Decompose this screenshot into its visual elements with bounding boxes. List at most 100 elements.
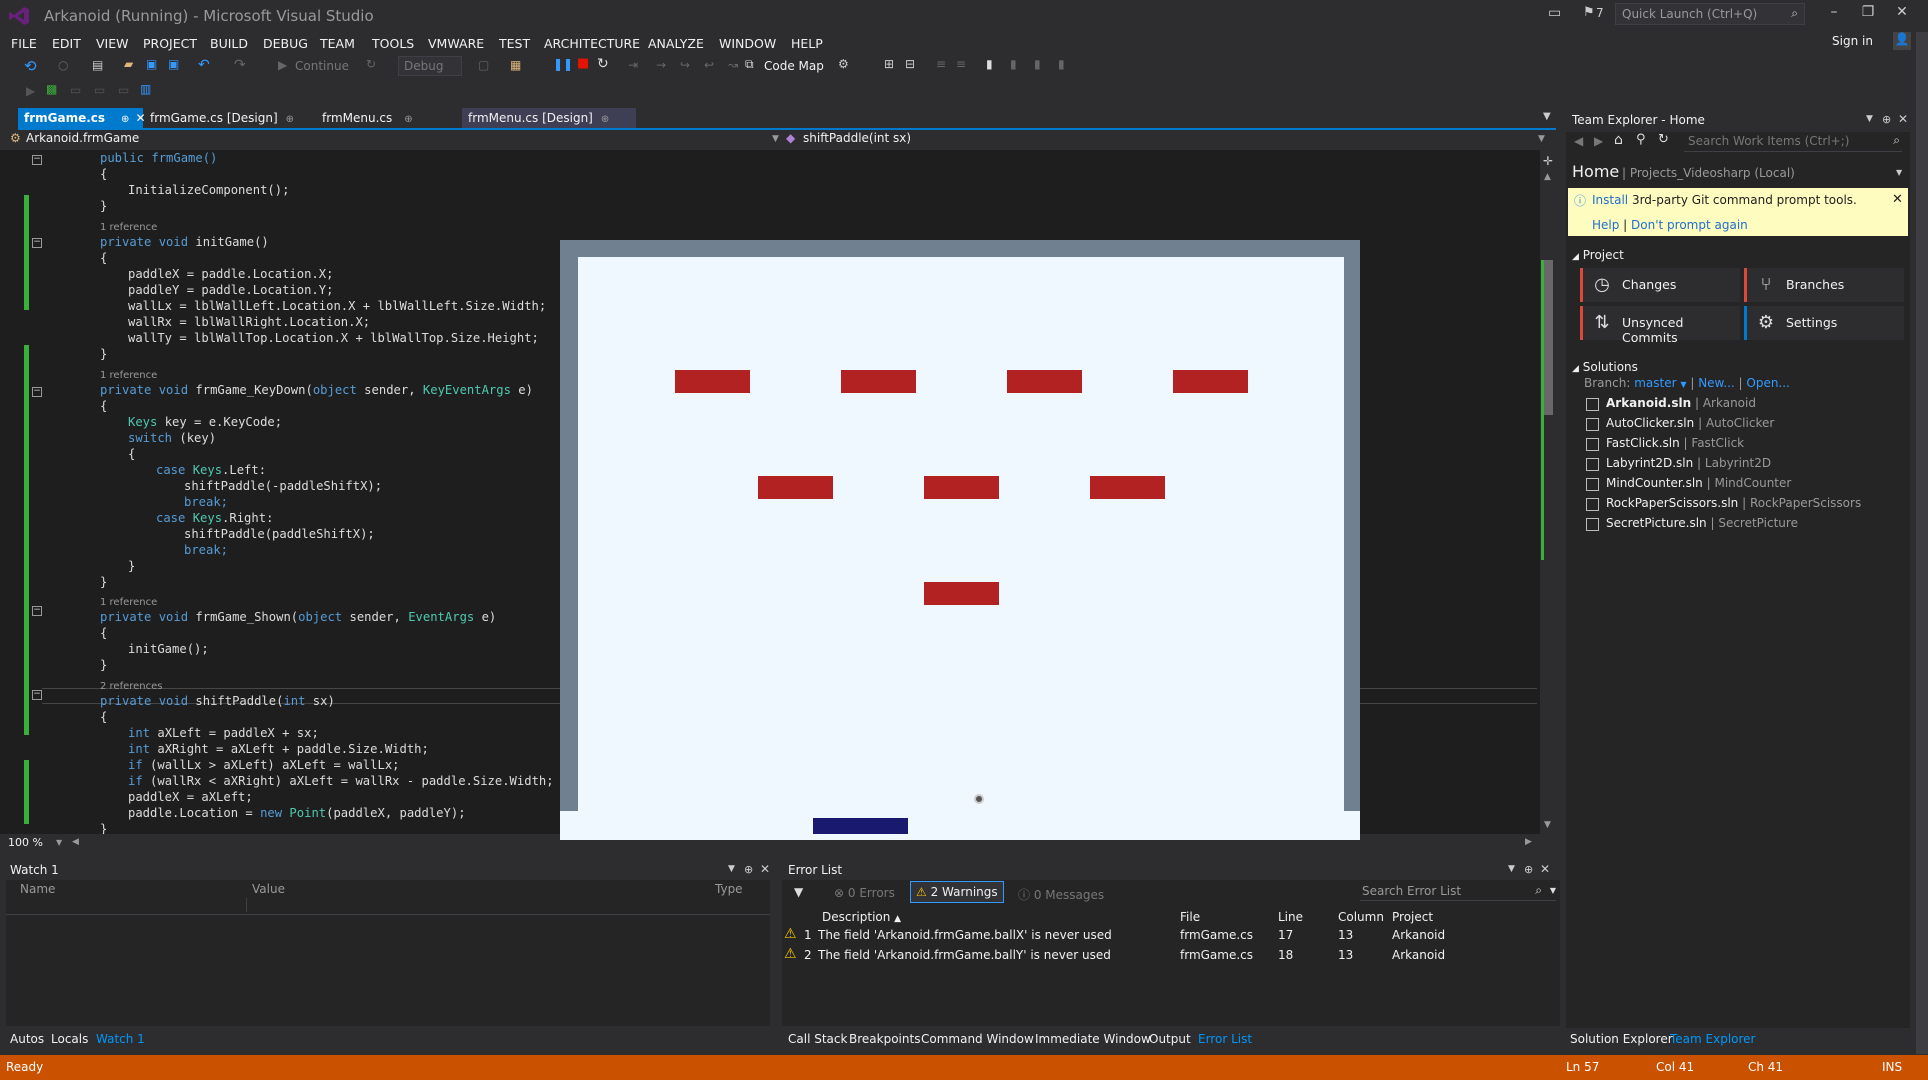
class-dropdown[interactable]: Arkanoid.frmGame	[26, 131, 139, 149]
notifications-flag-icon[interactable]: ⚑	[1583, 5, 1595, 20]
column-header-description[interactable]: Description ▲	[822, 910, 901, 924]
menu-analyze[interactable]: ANALYZE	[648, 36, 704, 51]
project-name[interactable]: | Projects_Videosharp (Local)	[1622, 166, 1795, 180]
redo-icon[interactable]: ↷	[234, 57, 246, 73]
section-solutions[interactable]: ◢ Solutions	[1572, 360, 1638, 374]
open-solution-link[interactable]: Open...	[1746, 376, 1790, 390]
pin-icon[interactable]: ⊕	[1524, 863, 1533, 876]
restore-button[interactable]: ❐	[1856, 4, 1880, 24]
split-icon[interactable]: ✛	[1543, 154, 1553, 168]
tab-watch-1[interactable]: Watch 1	[96, 1032, 145, 1046]
menu-architecture[interactable]: ARCHITECTURE	[544, 36, 640, 51]
scroll-thumb[interactable]	[1544, 260, 1553, 415]
align-icon[interactable]: ⊞	[884, 57, 894, 71]
pause-icon[interactable]: ❚❚	[553, 57, 573, 71]
unsynced-commits-tile[interactable]: ⇅ Unsynced Commits	[1580, 306, 1740, 345]
tab-frmmenu-design[interactable]: frmMenu.cs [Design] ⊕	[462, 108, 636, 128]
search-icon[interactable]: ⌕	[1893, 133, 1900, 148]
pin-icon[interactable]: ⊕	[404, 114, 412, 125]
prev-bookmark-icon[interactable]: ▮	[1010, 57, 1017, 71]
tab-autos[interactable]: Autos	[10, 1032, 44, 1046]
next-bookmark-icon[interactable]: ▮	[1034, 57, 1041, 71]
chevron-down-icon[interactable]: ▼	[1866, 114, 1873, 124]
back-icon[interactable]: ⟲	[24, 57, 37, 75]
clear-bookmarks-icon[interactable]: ▮	[1058, 57, 1065, 71]
minimize-button[interactable]: –	[1822, 4, 1846, 24]
new-project-icon[interactable]: ▤	[92, 58, 103, 72]
scroll-left-icon[interactable]: ◀	[72, 837, 79, 847]
pin-icon[interactable]: ⊕	[601, 114, 609, 125]
show-next-statement-icon[interactable]: ⇥	[628, 58, 638, 72]
comment-icon[interactable]: ≡	[936, 57, 946, 71]
undo-icon[interactable]: ↶	[198, 57, 210, 73]
install-link[interactable]: Install	[1592, 193, 1628, 207]
settings-tile[interactable]: ⚙ Settings	[1744, 306, 1904, 340]
menu-edit[interactable]: EDIT	[52, 36, 81, 51]
exceptions-icon[interactable]: ⚙	[838, 57, 849, 71]
column-header-project[interactable]: Project	[1392, 910, 1433, 924]
tab-frmgame-cs[interactable]: frmGame.cs ⊕ ✕	[18, 108, 146, 128]
close-icon[interactable]: ✕	[1898, 112, 1908, 126]
code-map-icon[interactable]: ⧉	[745, 57, 754, 72]
layout-icon[interactable]: ⊟	[905, 57, 915, 71]
step-over-icon[interactable]: ↪	[680, 58, 690, 72]
tab-overflow-icon[interactable]: ▼	[1543, 111, 1551, 122]
reference-count[interactable]: 1 reference	[100, 370, 157, 381]
column-header-file[interactable]: File	[1180, 910, 1200, 924]
collapse-toggle[interactable]: −	[32, 606, 42, 616]
reference-count[interactable]: 1 reference	[100, 222, 157, 233]
step-out-icon[interactable]: ↩	[704, 58, 714, 72]
forward-icon[interactable]: ○	[58, 58, 68, 72]
scroll-up-icon[interactable]: ▲	[1544, 172, 1551, 182]
paddle[interactable]	[813, 818, 908, 834]
tab-error-list[interactable]: Error List	[1198, 1032, 1252, 1046]
save-icon[interactable]: ▣	[146, 57, 157, 71]
table-row[interactable]: ⚠ 2 The field 'Arkanoid.frmGame.ballY' i…	[782, 946, 1560, 964]
frame-icon[interactable]: ▭	[94, 83, 105, 97]
continue-button[interactable]: Continue	[295, 59, 349, 73]
pin-icon[interactable]: ⊕	[744, 863, 753, 876]
close-icon[interactable]: ✕	[760, 862, 770, 876]
solution-item[interactable]: AutoClicker.sln | AutoClicker	[1606, 416, 1774, 430]
filter-icon[interactable]: ▼	[794, 885, 803, 899]
menu-view[interactable]: VIEW	[96, 36, 129, 51]
dont-prompt-link[interactable]: Don't prompt again	[1631, 218, 1748, 232]
column-header-name[interactable]: Name	[20, 882, 55, 896]
scroll-down-icon[interactable]: ▼	[1544, 820, 1551, 830]
tab-call-stack[interactable]: Call Stack	[788, 1032, 847, 1046]
open-file-icon[interactable]: ▰	[124, 57, 133, 71]
zoom-level[interactable]: 100 %	[8, 836, 43, 849]
stack-icon[interactable]: ▭	[118, 83, 129, 97]
game-play-area[interactable]	[578, 257, 1344, 840]
close-button[interactable]: ✕	[1890, 4, 1914, 24]
collapse-toggle[interactable]: −	[32, 387, 42, 397]
run-icon[interactable]: ▶	[26, 84, 35, 98]
configuration-dropdown[interactable]: Debug	[398, 56, 462, 76]
tab-locals[interactable]: Locals	[51, 1032, 88, 1046]
menu-debug[interactable]: DEBUG	[263, 36, 308, 51]
scroll-right-icon[interactable]: ▶	[1525, 837, 1532, 847]
chevron-down-icon[interactable]: ▼	[56, 838, 62, 847]
forward-icon[interactable]: ▶	[1594, 134, 1603, 148]
attach-icon[interactable]: ▢	[478, 58, 489, 72]
pin-icon[interactable]: ⊕	[286, 114, 294, 125]
back-icon[interactable]: ◀	[1574, 134, 1583, 148]
chevron-down-icon[interactable]: ▼	[728, 864, 735, 874]
continue-icon[interactable]: ▶	[278, 58, 287, 72]
column-header-column[interactable]: Column	[1338, 910, 1384, 924]
restart-icon[interactable]: ↻	[366, 57, 376, 71]
chevron-down-icon[interactable]: ▼	[1680, 380, 1686, 389]
column-header-line[interactable]: Line	[1278, 910, 1303, 924]
collapse-toggle[interactable]: −	[32, 238, 42, 248]
help-link[interactable]: Help	[1592, 218, 1619, 232]
collapse-toggle[interactable]: −	[32, 155, 42, 165]
window-vertical-scrollbar[interactable]	[1916, 32, 1928, 1054]
thread-icon[interactable]: ▭	[70, 83, 81, 97]
home-icon[interactable]: ⌂	[1614, 132, 1623, 148]
solution-item[interactable]: MindCounter.sln | MindCounter	[1606, 476, 1791, 490]
reference-count[interactable]: 2 references	[100, 681, 163, 692]
errors-toggle[interactable]: ⊗ 0 Errors	[834, 886, 895, 900]
connect-icon[interactable]: ⚲	[1636, 132, 1646, 147]
branch-dropdown[interactable]: master	[1634, 376, 1676, 390]
collapse-toggle[interactable]: −	[32, 690, 42, 700]
